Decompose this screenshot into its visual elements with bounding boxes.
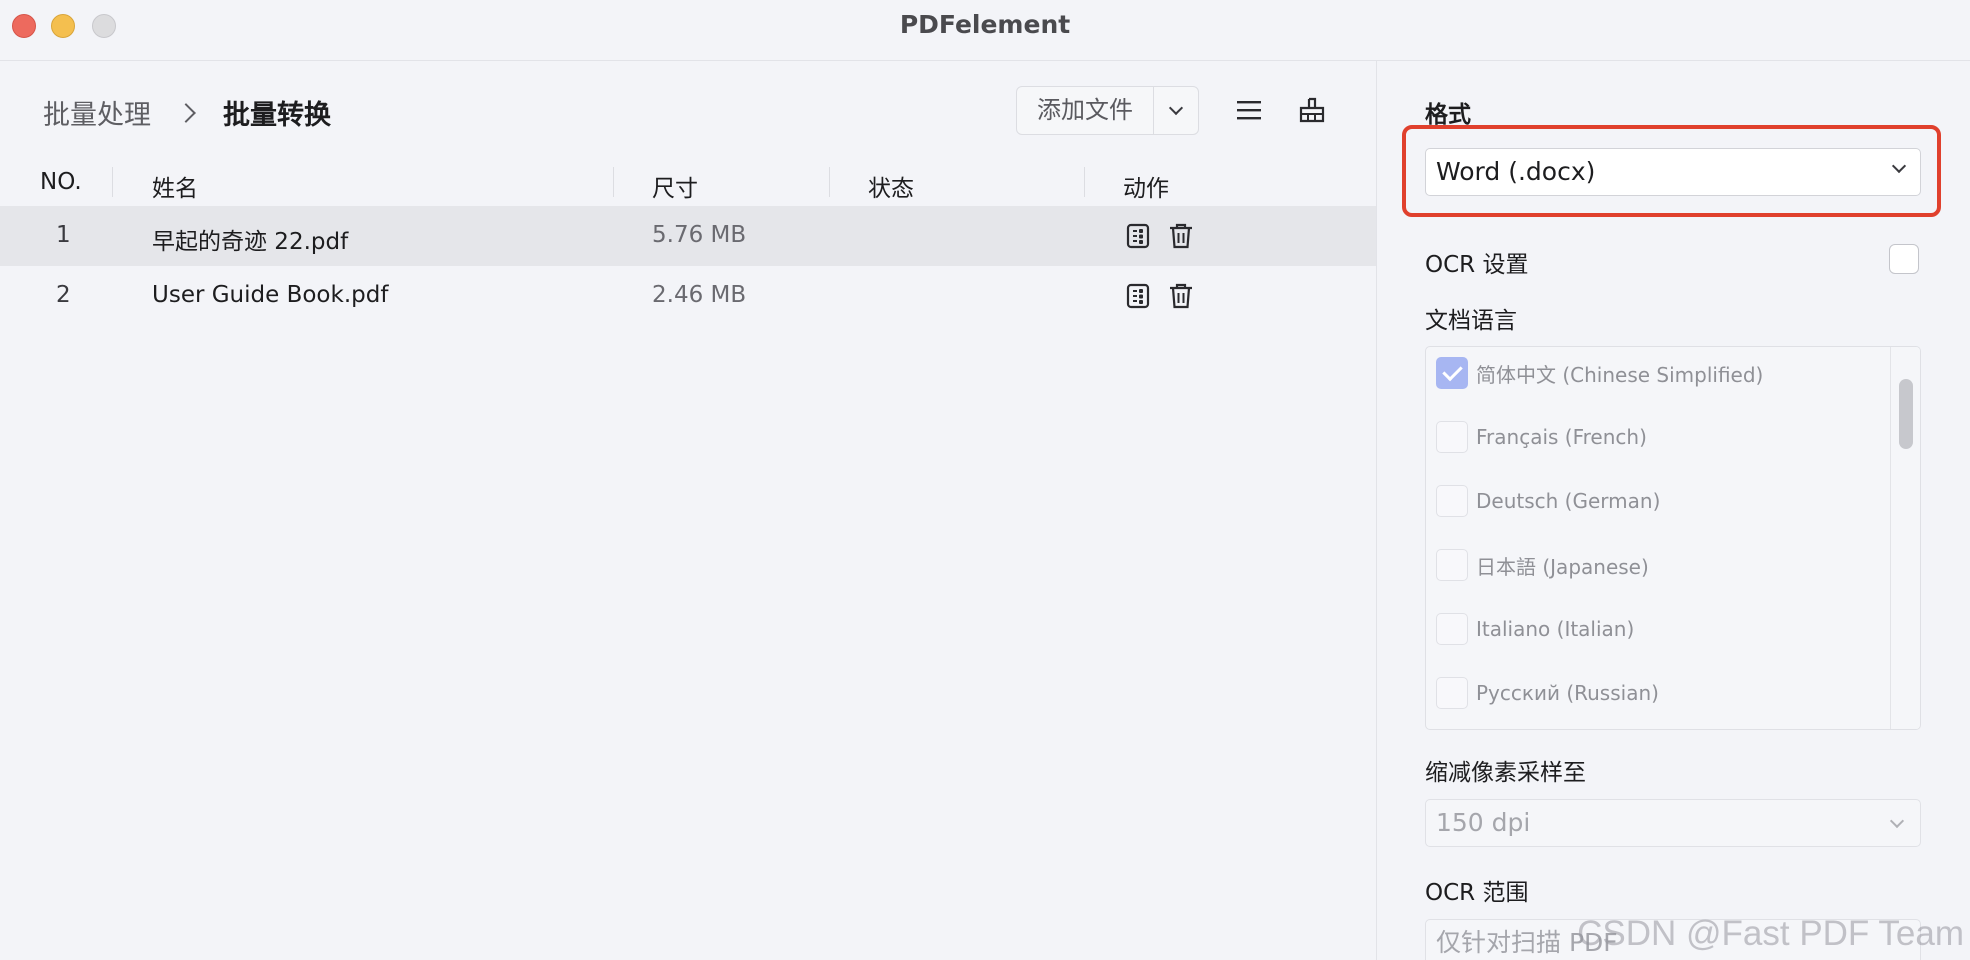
- breadcrumb-current: 批量转换: [223, 100, 331, 131]
- file-list-panel: 批量处理 批量转换 添加文件 NO. 姓名 尺寸 状态 动作 1 早起的奇迹 2…: [0, 61, 1376, 960]
- document-language-label: 文档语言: [1425, 308, 1517, 334]
- delete-file-button[interactable]: [1167, 222, 1195, 250]
- column-header-name[interactable]: 姓名: [152, 169, 198, 203]
- language-checkbox[interactable]: [1436, 357, 1468, 389]
- column-header-status[interactable]: 状态: [868, 169, 914, 203]
- language-label: Deutsch (German): [1476, 489, 1661, 513]
- conversion-settings-panel: 格式 Word (.docx) OCR 设置 文档语言 简体中文 (Chines…: [1376, 61, 1970, 960]
- trash-icon: [1170, 223, 1192, 249]
- file-name: User Guide Book.pdf: [152, 282, 389, 308]
- language-checkbox[interactable]: [1436, 485, 1468, 517]
- file-settings-button[interactable]: [1124, 282, 1152, 310]
- language-checkbox[interactable]: [1436, 421, 1468, 453]
- watermark: CSDN @Fast PDF Team: [1577, 914, 1964, 953]
- title-bar: PDFelement: [0, 0, 1970, 61]
- downsample-label: 缩减像素采样至: [1425, 760, 1586, 786]
- language-label: Русский (Russian): [1476, 681, 1659, 705]
- file-settings-button[interactable]: [1124, 222, 1152, 250]
- language-label: Français (French): [1476, 425, 1647, 449]
- breadcrumb: 批量处理 批量转换: [43, 93, 331, 132]
- language-label: 简体中文 (Chinese Simplified): [1476, 362, 1764, 387]
- list-icon: [1237, 101, 1261, 120]
- add-files-button[interactable]: 添加文件: [1017, 87, 1154, 134]
- add-files-dropdown-button[interactable]: [1154, 87, 1198, 134]
- column-header-no[interactable]: NO.: [40, 169, 82, 195]
- broom-icon: [1299, 97, 1325, 123]
- add-files-split-button: 添加文件: [1016, 86, 1199, 135]
- column-header-size[interactable]: 尺寸: [652, 169, 698, 203]
- language-option[interactable]: 日本語 (Japanese): [1436, 549, 1649, 581]
- file-name: 早起的奇迹 22.pdf: [152, 229, 349, 255]
- table-row[interactable]: 2 User Guide Book.pdf 2.46 MB: [0, 266, 1376, 326]
- column-divider[interactable]: [112, 167, 113, 197]
- chevron-right-icon: [176, 102, 196, 123]
- column-divider[interactable]: [613, 167, 614, 197]
- language-option[interactable]: Français (French): [1436, 421, 1647, 453]
- language-option[interactable]: Italiano (Italian): [1436, 613, 1634, 645]
- language-checkbox[interactable]: [1436, 549, 1468, 581]
- file-settings-icon: [1126, 283, 1150, 309]
- language-list: 简体中文 (Chinese Simplified) Français (Fren…: [1425, 346, 1921, 730]
- file-size: 5.76 MB: [652, 222, 747, 248]
- chevron-down-icon: [1891, 158, 1907, 174]
- row-number: 2: [56, 282, 71, 308]
- app-title: PDFelement: [899, 10, 1071, 39]
- format-select[interactable]: Word (.docx): [1425, 148, 1921, 196]
- ocr-range-label: OCR 范围: [1425, 880, 1529, 906]
- language-checkbox[interactable]: [1436, 613, 1468, 645]
- trash-icon: [1170, 283, 1192, 309]
- format-label: 格式: [1425, 102, 1471, 128]
- ocr-settings-label: OCR 设置: [1425, 252, 1529, 278]
- table-row[interactable]: 1 早起的奇迹 22.pdf 5.76 MB: [0, 206, 1376, 266]
- language-option[interactable]: 简体中文 (Chinese Simplified): [1436, 357, 1763, 389]
- downsample-value: 150 dpi: [1436, 808, 1531, 837]
- language-label: 日本語 (Japanese): [1476, 554, 1649, 579]
- delete-file-button[interactable]: [1167, 282, 1195, 310]
- clear-list-button[interactable]: [1297, 95, 1327, 125]
- column-divider[interactable]: [829, 167, 830, 197]
- row-number: 1: [56, 222, 71, 248]
- language-scrollbar[interactable]: [1890, 347, 1920, 729]
- chevron-down-icon: [1168, 100, 1184, 116]
- chevron-down-icon: [1889, 813, 1905, 829]
- language-option[interactable]: Русский (Russian): [1436, 677, 1659, 709]
- language-option[interactable]: Deutsch (German): [1436, 485, 1660, 517]
- list-view-button[interactable]: [1234, 95, 1264, 125]
- language-checkbox[interactable]: [1436, 677, 1468, 709]
- language-label: Italiano (Italian): [1476, 617, 1635, 641]
- downsample-select[interactable]: 150 dpi: [1425, 799, 1921, 847]
- table-header: NO. 姓名 尺寸 状态 动作: [0, 161, 1376, 207]
- ocr-checkbox[interactable]: [1889, 244, 1919, 274]
- file-settings-icon: [1126, 223, 1150, 249]
- scrollbar-thumb[interactable]: [1899, 379, 1913, 449]
- breadcrumb-parent[interactable]: 批量处理: [43, 93, 151, 132]
- column-header-action: 动作: [1123, 176, 1169, 202]
- file-size: 2.46 MB: [652, 282, 747, 308]
- column-divider[interactable]: [1084, 167, 1085, 197]
- format-select-value: Word (.docx): [1436, 157, 1596, 186]
